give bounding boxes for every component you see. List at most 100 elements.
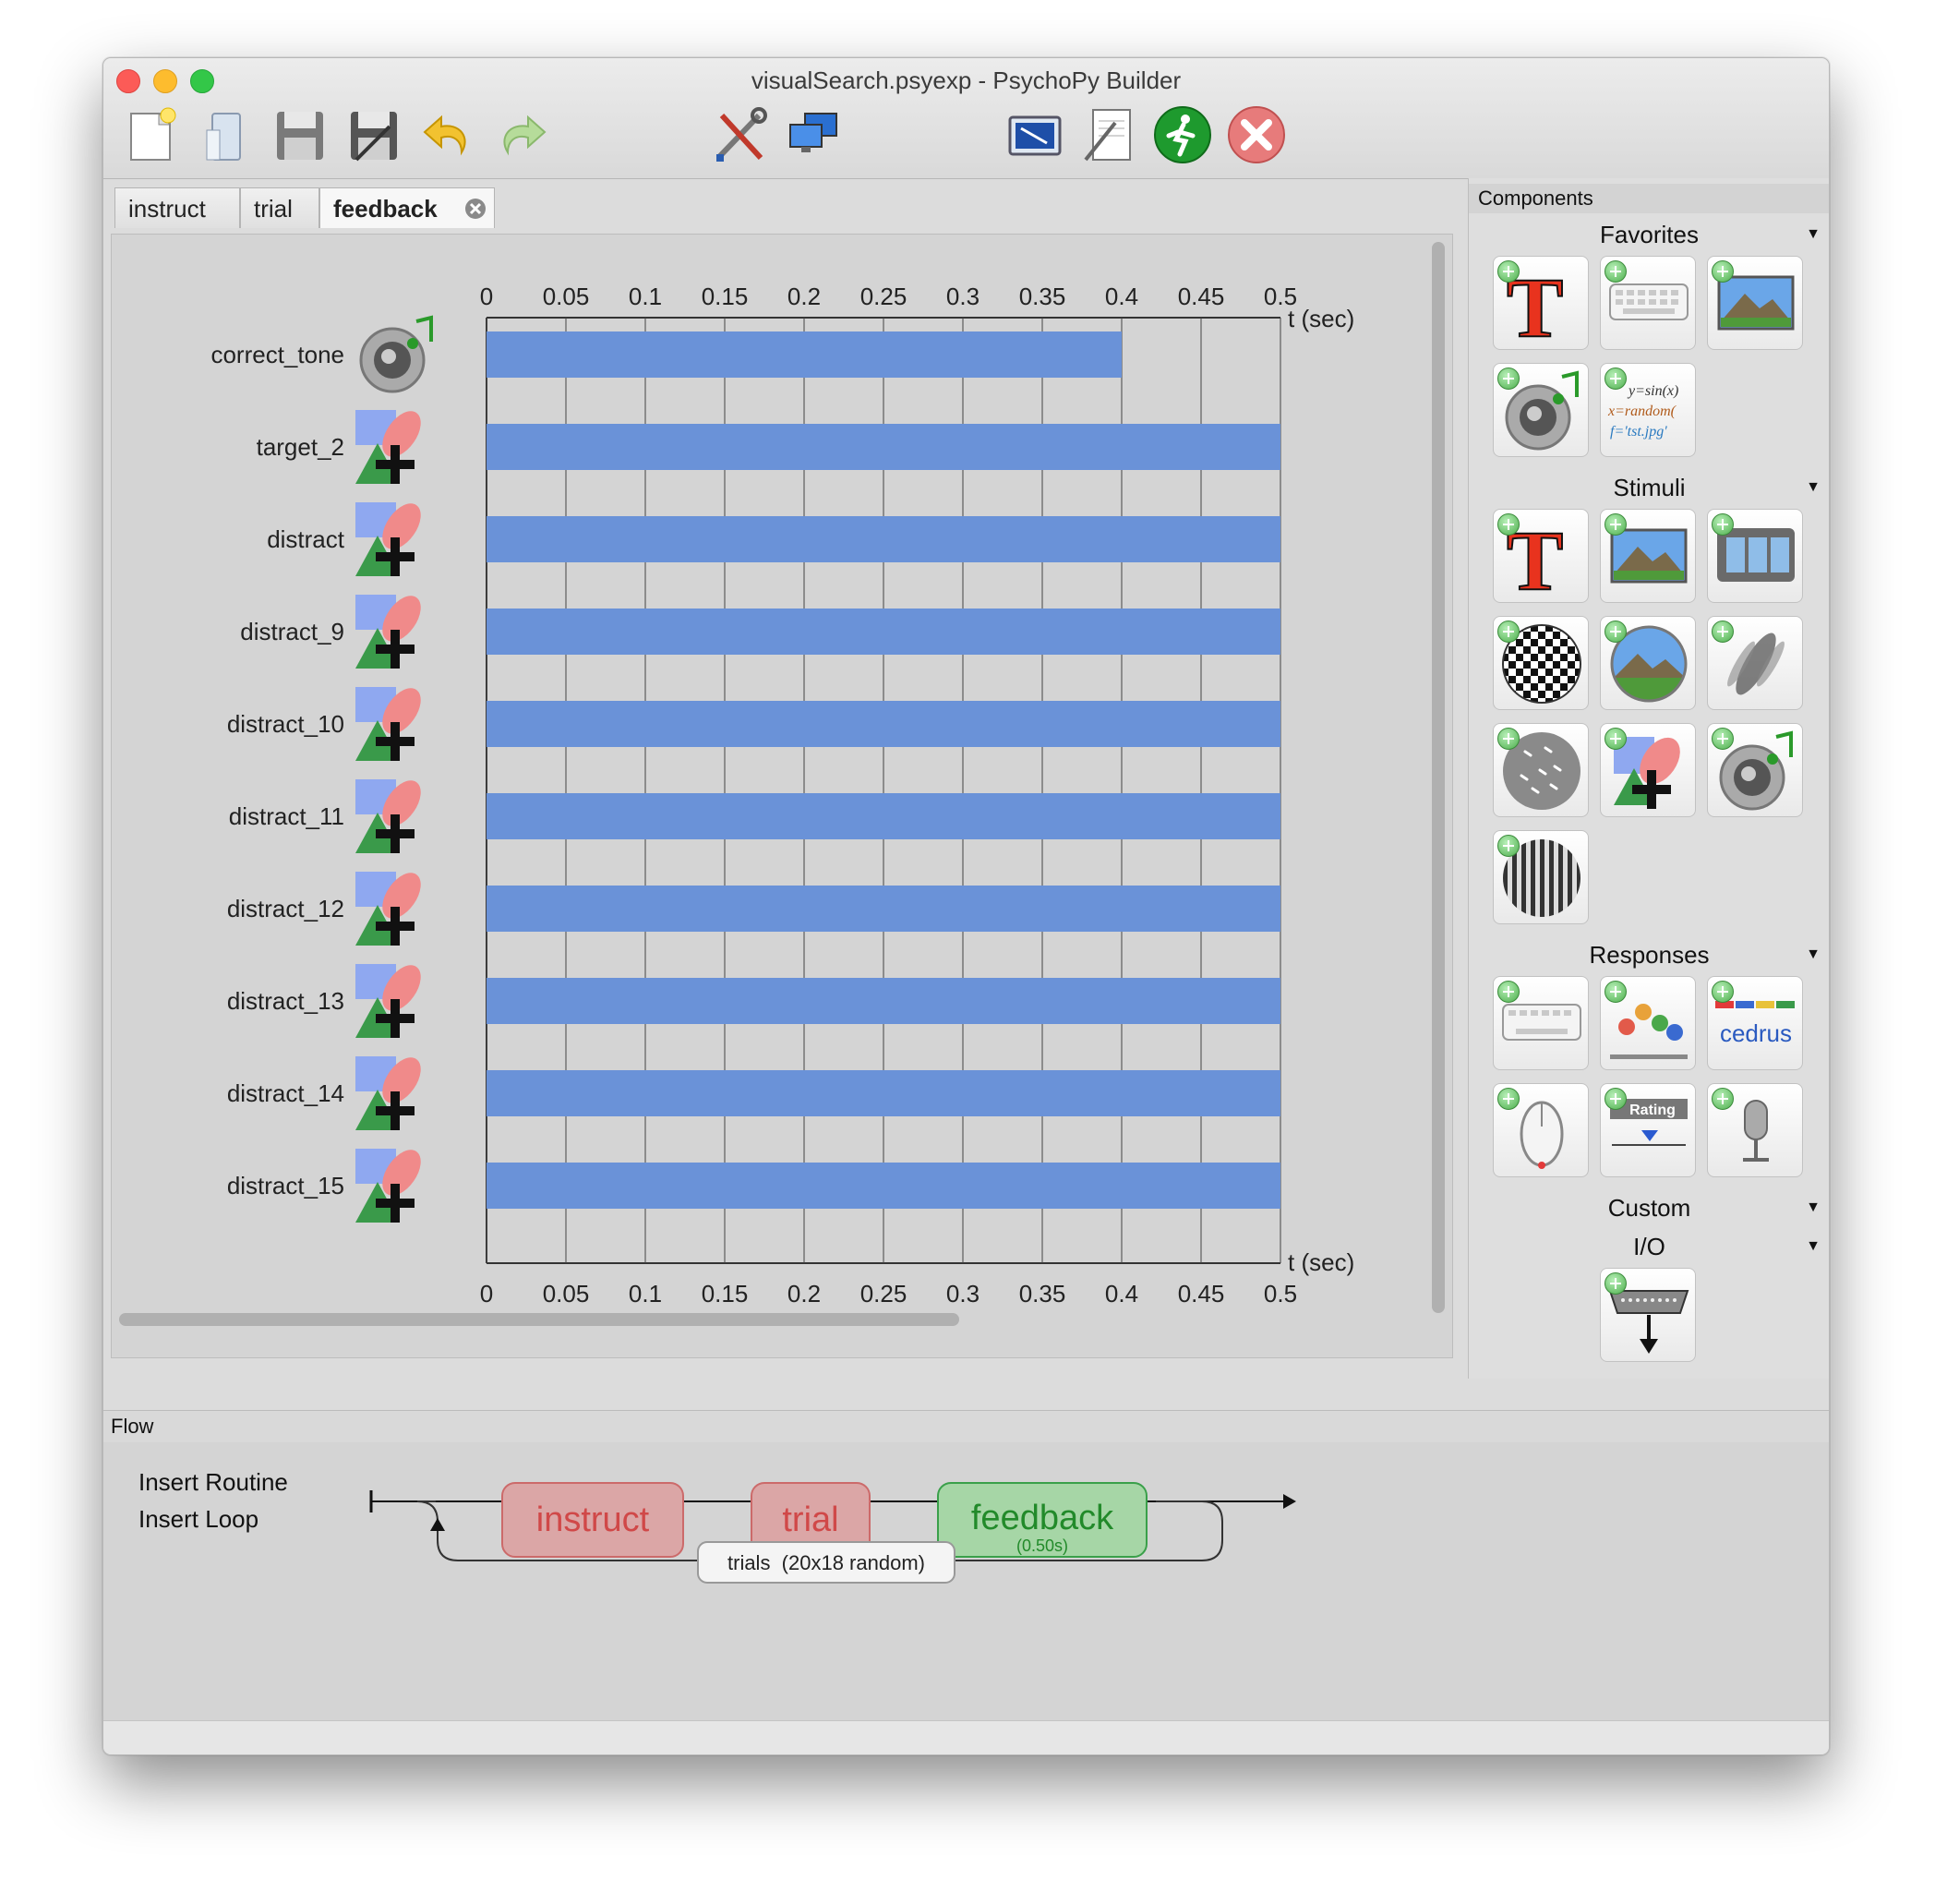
- top-tick-label: 0.1: [629, 283, 662, 310]
- flow-routine-label: instruct: [536, 1500, 650, 1539]
- tab-label: instruct: [128, 195, 206, 223]
- builder-window: visualSearch.psyexp - PsychoPy Builder i…: [102, 57, 1830, 1755]
- flow-end-arrow: [1283, 1494, 1296, 1509]
- tab-trial[interactable]: trial: [240, 187, 319, 228]
- polygon-icon[interactable]: [355, 1143, 428, 1223]
- sound-component-button[interactable]: [1493, 363, 1589, 457]
- microphone-component-button[interactable]: [1707, 1083, 1803, 1177]
- routine-canvas: 0 0 0.05 0.05 0.1 0.1 0.15 0.15 0.2 0.2 0.25 0.25 0.…: [111, 234, 1453, 1358]
- sound-component-button[interactable]: [1707, 723, 1803, 817]
- text-component-button[interactable]: T: [1493, 256, 1589, 350]
- envelope-grating-component-button[interactable]: [1493, 830, 1589, 924]
- component-bar: [487, 978, 1280, 1024]
- top-tick-label: 0.3: [946, 283, 980, 310]
- code-line-1: y=sin(x): [1627, 383, 1678, 399]
- polygon-icon[interactable]: [355, 681, 428, 761]
- new-file-icon[interactable]: [122, 104, 183, 165]
- polygon-icon[interactable]: [355, 958, 428, 1038]
- polygon-icon[interactable]: [355, 866, 428, 946]
- compile-script-icon[interactable]: [1078, 104, 1139, 165]
- component-name: correct_tone: [210, 341, 344, 368]
- redo-icon[interactable]: [491, 104, 552, 165]
- polygon-icon[interactable]: [355, 404, 428, 484]
- save-as-icon[interactable]: [343, 104, 404, 165]
- keyboard-component-button[interactable]: [1600, 256, 1696, 350]
- tab-feedback[interactable]: feedback: [319, 187, 495, 228]
- grating-component-button[interactable]: [1707, 616, 1803, 710]
- category-label: I/O: [1633, 1233, 1665, 1260]
- top-tick-label: 0.15: [702, 283, 749, 310]
- component-name: distract_14: [227, 1079, 344, 1107]
- flow-panel: Flow Insert Routine Insert Loop instruct…: [103, 1410, 1829, 1754]
- category-stimuli[interactable]: Stimuli ▼: [1469, 474, 1829, 502]
- preferences-icon[interactable]: [709, 104, 770, 165]
- flow-diagram: instruct trial feedback (0.50s) trials (…: [369, 1482, 1296, 1584]
- image-component-button[interactable]: [1707, 256, 1803, 350]
- axis-label-top: t (sec): [1288, 305, 1354, 332]
- category-responses[interactable]: Responses ▼: [1469, 941, 1829, 970]
- category-custom[interactable]: Custom ▼: [1469, 1194, 1829, 1223]
- routine-timeline: 0 0 0.05 0.05 0.1 0.1 0.15 0.15 0.2 0.2 0.25 0.25 0.…: [210, 283, 1354, 1307]
- vertical-scrollbar[interactable]: [1432, 242, 1445, 1313]
- undo-icon[interactable]: [417, 104, 478, 165]
- component-bar: [487, 516, 1280, 562]
- tab-label: feedback: [333, 195, 438, 223]
- rating-component-button[interactable]: Rating: [1600, 1083, 1696, 1177]
- component-bar: [487, 1070, 1280, 1116]
- category-favorites[interactable]: Favorites ▼: [1469, 221, 1829, 249]
- top-tick-label: 0.2: [787, 283, 821, 310]
- bottom-tick-label: 0.3: [946, 1280, 980, 1307]
- code-component-button[interactable]: y=sin(x) x=random( f='tst.jpg': [1600, 363, 1696, 457]
- bottom-tick-label: 0.45: [1178, 1280, 1225, 1307]
- joystick-component-button[interactable]: [1600, 976, 1696, 1070]
- category-io[interactable]: I/O ▼: [1469, 1233, 1829, 1261]
- component-bar: [487, 701, 1280, 747]
- component-name: target_2: [257, 433, 344, 461]
- mouse-component-button[interactable]: [1493, 1083, 1589, 1177]
- monitor-center-icon[interactable]: [783, 104, 844, 165]
- flow-routine-label: trial: [782, 1500, 838, 1539]
- movie-component-button[interactable]: [1707, 509, 1803, 603]
- bottom-tick-label: 0.05: [543, 1280, 590, 1307]
- horizontal-scrollbar[interactable]: [119, 1313, 959, 1326]
- component-bar: [487, 424, 1280, 470]
- image-component-button[interactable]: [1600, 509, 1696, 603]
- bottom-tick-label: 0: [480, 1280, 493, 1307]
- run-icon[interactable]: [1152, 104, 1213, 165]
- tab-close-icon[interactable]: [464, 198, 487, 220]
- tab-label: trial: [254, 195, 293, 223]
- polygon-component-button[interactable]: [1600, 723, 1696, 817]
- cedrus-component-button[interactable]: cedrus: [1707, 976, 1803, 1070]
- parallel-out-component-button[interactable]: [1600, 1268, 1696, 1362]
- open-file-icon[interactable]: [196, 104, 257, 165]
- dots-component-button[interactable]: [1493, 723, 1589, 817]
- component-name: distract: [267, 525, 345, 553]
- category-label: Favorites: [1600, 221, 1699, 248]
- components-header: Components: [1469, 184, 1829, 213]
- experiment-settings-icon[interactable]: [1004, 104, 1065, 165]
- tab-instruct[interactable]: instruct: [114, 187, 240, 228]
- text-component-button[interactable]: T: [1493, 509, 1589, 603]
- stop-icon[interactable]: [1226, 104, 1287, 165]
- flow-routine-label: feedback: [971, 1499, 1114, 1537]
- bottom-tick-label: 0.5: [1264, 1280, 1297, 1307]
- polygon-icon[interactable]: [355, 497, 428, 576]
- component-name: distract_12: [227, 895, 344, 922]
- component-name: distract_11: [229, 802, 344, 830]
- top-tick-label: 0.05: [543, 283, 590, 310]
- noise-component-button[interactable]: [1493, 616, 1589, 710]
- flow-routine-duration: (0.50s): [1016, 1536, 1068, 1555]
- bottom-tick-label: 0.25: [860, 1280, 907, 1307]
- polygon-icon[interactable]: [355, 1051, 428, 1130]
- save-icon[interactable]: [270, 104, 331, 165]
- titlebar: visualSearch.psyexp - PsychoPy Builder: [103, 58, 1829, 179]
- polygon-icon[interactable]: [355, 774, 428, 853]
- aperture-component-button[interactable]: [1600, 616, 1696, 710]
- keyboard-component-button[interactable]: [1493, 976, 1589, 1070]
- bottom-tick-label: 0.15: [702, 1280, 749, 1307]
- sound-icon[interactable]: [359, 315, 433, 393]
- component-bar: [487, 793, 1280, 839]
- window-title: visualSearch.psyexp - PsychoPy Builder: [751, 66, 1182, 94]
- bottom-tick-label: 0.4: [1105, 1280, 1138, 1307]
- polygon-icon[interactable]: [355, 589, 428, 669]
